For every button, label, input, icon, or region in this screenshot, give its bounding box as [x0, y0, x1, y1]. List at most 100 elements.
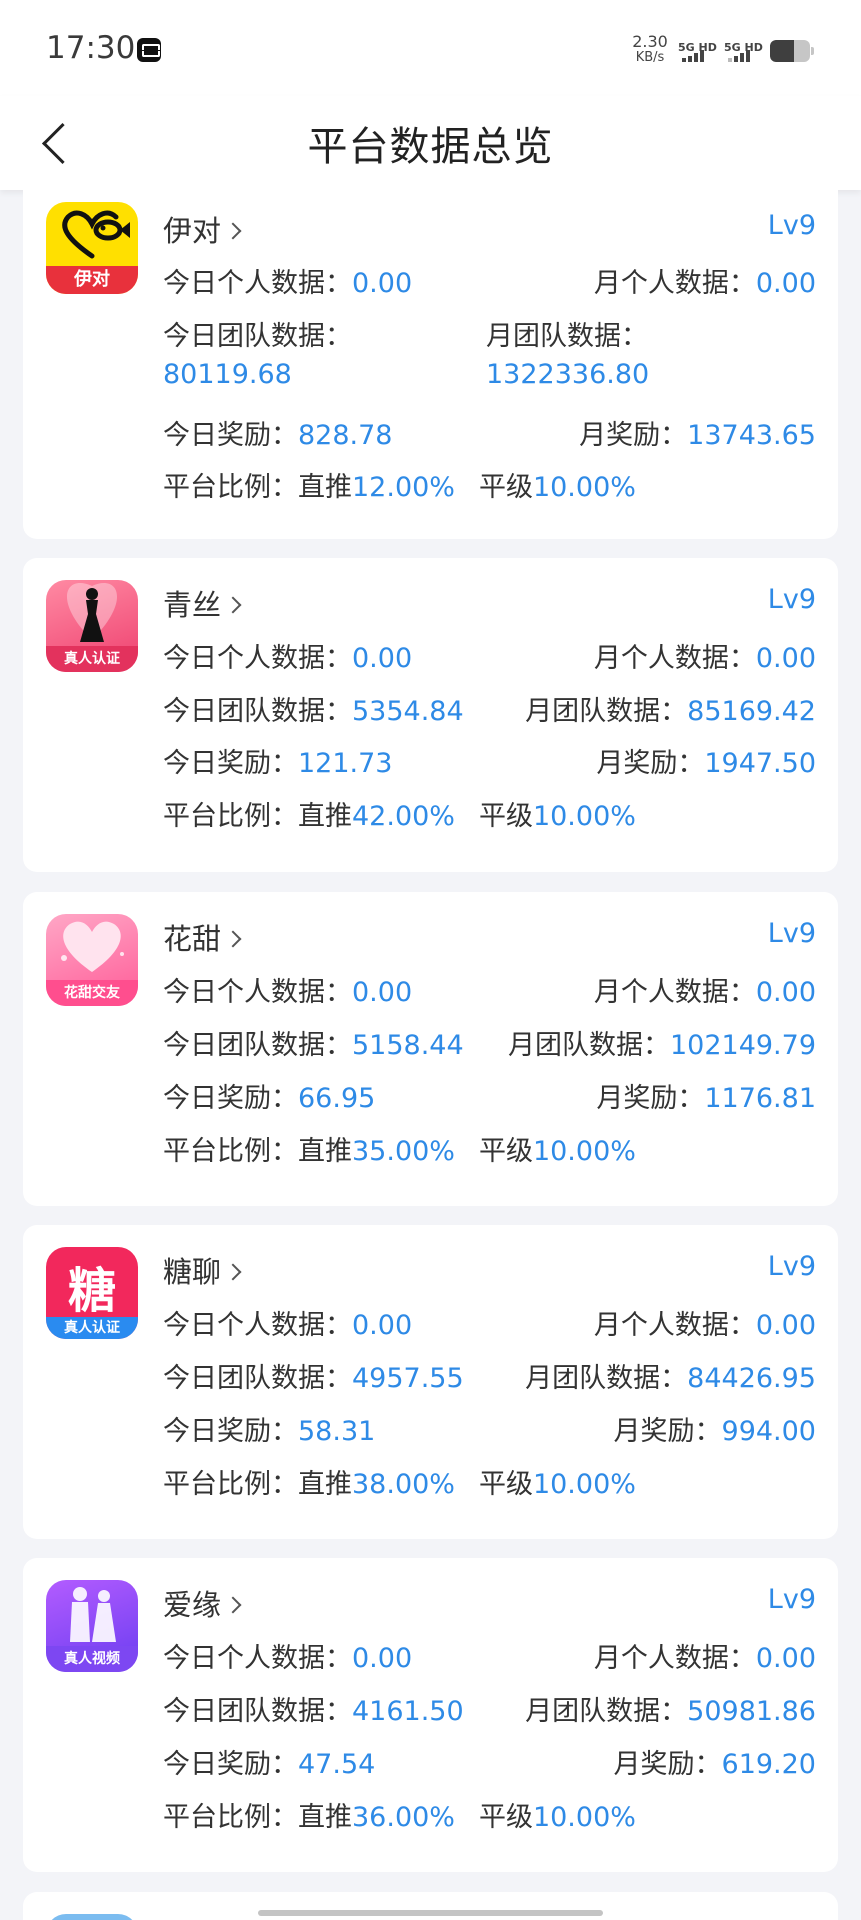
- month-reward-row: 月奖励：619.20: [614, 1742, 816, 1781]
- direct-ratio-value: 35.00%: [352, 1136, 455, 1167]
- month-reward-label: 月奖励：: [596, 748, 705, 779]
- today-personal-label: 今日个人数据：: [163, 1310, 352, 1341]
- huatian-heart-icon: [61, 921, 124, 972]
- home-indicator[interactable]: [258, 1910, 603, 1916]
- level-ratio-value: 10.00%: [532, 1136, 636, 1167]
- today-reward-row: 今日奖励：828.78: [163, 413, 392, 452]
- month-team-value: 85169.42: [687, 696, 816, 727]
- platform-name-link[interactable]: 爱缘: [163, 1582, 242, 1624]
- level-label: 平级: [478, 1802, 533, 1833]
- month-reward-value: 13743.65: [687, 420, 816, 451]
- platform-name: 伊对: [163, 214, 222, 248]
- app-logo-icon[interactable]: [46, 1914, 138, 1920]
- today-team-value: 5354.84: [352, 696, 464, 727]
- signal-1-icon: 5G HD: [678, 36, 717, 64]
- battery-tip: [811, 47, 814, 55]
- today-personal-row: 今日个人数据：0.00: [163, 1636, 412, 1675]
- signal-2-icon: 5G HD: [724, 36, 763, 64]
- aiyuan-logo-icon[interactable]: 真人视频: [46, 1580, 138, 1672]
- month-reward-label: 月奖励：: [613, 1416, 722, 1447]
- month-reward-row: 月奖励：1176.81: [596, 1076, 816, 1115]
- qingsi-logo-icon[interactable]: 真人认证: [46, 580, 138, 672]
- today-team-row: 今日团队数据：5354.84: [163, 689, 464, 728]
- direct-label: 直推: [298, 472, 352, 503]
- platform-card: 真人视频 爱缘 Lv9 今日个人数据：0.00 月个人数据：0.00 今日团队数…: [23, 1558, 838, 1872]
- platform-card: 伊对 伊对 Lv9 今日个人数据：0.00 月个人数据：0.00 今日团队数据：…: [23, 178, 838, 539]
- month-personal-label: 月个人数据：: [593, 1643, 756, 1674]
- tangliao-logo-text: 真人认证: [46, 1317, 138, 1339]
- month-personal-label: 月个人数据：: [593, 268, 756, 299]
- level-label: 平级: [478, 1136, 533, 1167]
- month-personal-value: 0.00: [755, 1310, 816, 1341]
- today-team-value: 4957.55: [352, 1363, 464, 1394]
- aiyuan-couple-icon: [70, 1587, 116, 1642]
- month-team-value: 1322336.80: [486, 359, 650, 390]
- huatian-logo-icon[interactable]: 花甜交友: [46, 914, 138, 1006]
- today-personal-value: 0.00: [352, 268, 413, 299]
- level-ratio-value: 10.00%: [532, 1802, 636, 1833]
- direct-ratio-value: 42.00%: [352, 801, 455, 832]
- direct-label: 直推: [298, 1802, 352, 1833]
- today-reward-row: 今日奖励：58.31: [163, 1409, 375, 1448]
- capcut-notification-icon: [137, 38, 161, 62]
- month-team-row: 月团队数据：102149.79: [508, 1023, 816, 1062]
- network-speed: 2.30 KB/s: [630, 34, 670, 66]
- month-reward-value: 619.20: [721, 1749, 816, 1780]
- level-badge: Lv9: [767, 1584, 816, 1615]
- today-reward-value: 828.78: [298, 420, 393, 451]
- month-team-row: 月团队数据：85169.42: [525, 689, 816, 728]
- platform-name-link[interactable]: 青丝: [163, 582, 242, 624]
- chevron-right-icon: [224, 596, 242, 614]
- chevron-right-icon: [224, 222, 242, 240]
- month-personal-label: 月个人数据：: [593, 643, 756, 674]
- ratio-label: 平台比例：: [163, 801, 298, 832]
- level-ratio-value: 10.00%: [532, 1469, 636, 1500]
- battery-icon: [770, 40, 810, 62]
- platform-name-link[interactable]: 糖聊: [163, 1249, 242, 1291]
- month-personal-value: 0.00: [755, 977, 816, 1008]
- platform-name: 糖聊: [163, 1255, 222, 1289]
- yidui-logo-icon[interactable]: 伊对: [46, 202, 138, 294]
- today-reward-label: 今日奖励：: [163, 1083, 298, 1114]
- platform-name: 花甜: [163, 922, 222, 956]
- ratio-label: 平台比例：: [163, 1136, 298, 1167]
- platform-name-link[interactable]: 伊对: [163, 208, 242, 250]
- today-personal-value: 0.00: [352, 643, 413, 674]
- today-team-label: 今日团队数据：: [163, 321, 352, 352]
- today-reward-value: 47.54: [298, 1749, 376, 1780]
- today-reward-value: 66.95: [298, 1083, 376, 1114]
- level-label: 平级: [478, 801, 533, 832]
- direct-ratio-value: 36.00%: [352, 1802, 455, 1833]
- today-personal-label: 今日个人数据：: [163, 977, 352, 1008]
- direct-ratio-value: 12.00%: [352, 472, 455, 503]
- tangliao-logo-icon[interactable]: 糖 真人认证: [46, 1247, 138, 1339]
- yidui-logo-text: 伊对: [46, 266, 138, 294]
- direct-ratio-value: 38.00%: [352, 1469, 455, 1500]
- month-personal-value: 0.00: [755, 268, 816, 299]
- platform-card: 糖 真人认证 糖聊 Lv9 今日个人数据：0.00 月个人数据：0.00 今日团…: [23, 1225, 838, 1539]
- yidui-heart-fish-icon: [62, 210, 130, 259]
- month-team-row: 月团队数据：50981.86: [525, 1689, 816, 1728]
- month-reward-value: 1947.50: [704, 748, 816, 779]
- month-team-label: 月团队数据：: [507, 1030, 670, 1061]
- page-title: 平台数据总览: [307, 124, 554, 170]
- platform-name-link[interactable]: 花甜: [163, 916, 242, 958]
- ratio-label: 平台比例：: [163, 1802, 298, 1833]
- month-reward-label: 月奖励：: [596, 1083, 705, 1114]
- today-team-value: 80119.68: [163, 359, 292, 390]
- level-badge: Lv9: [767, 584, 816, 615]
- huatian-logo-text: 花甜交友: [46, 980, 138, 1006]
- status-bar: 17:30 2.30 KB/s 5G HD 5G HD: [0, 0, 861, 96]
- today-personal-label: 今日个人数据：: [163, 643, 352, 674]
- today-personal-value: 0.00: [352, 1643, 413, 1674]
- today-personal-row: 今日个人数据：0.00: [163, 261, 412, 300]
- month-reward-row: 月奖励：13743.65: [579, 413, 816, 452]
- today-reward-row: 今日奖励：66.95: [163, 1076, 375, 1115]
- month-personal-row: 月个人数据：0.00: [594, 970, 816, 1009]
- month-personal-value: 0.00: [755, 643, 816, 674]
- today-team-row: 今日团队数据：5158.44: [163, 1023, 464, 1062]
- today-reward-label: 今日奖励：: [163, 1749, 298, 1780]
- month-personal-row: 月个人数据：0.00: [594, 261, 816, 300]
- month-reward-row: 月奖励：1947.50: [596, 741, 816, 780]
- today-personal-row: 今日个人数据：0.00: [163, 636, 412, 675]
